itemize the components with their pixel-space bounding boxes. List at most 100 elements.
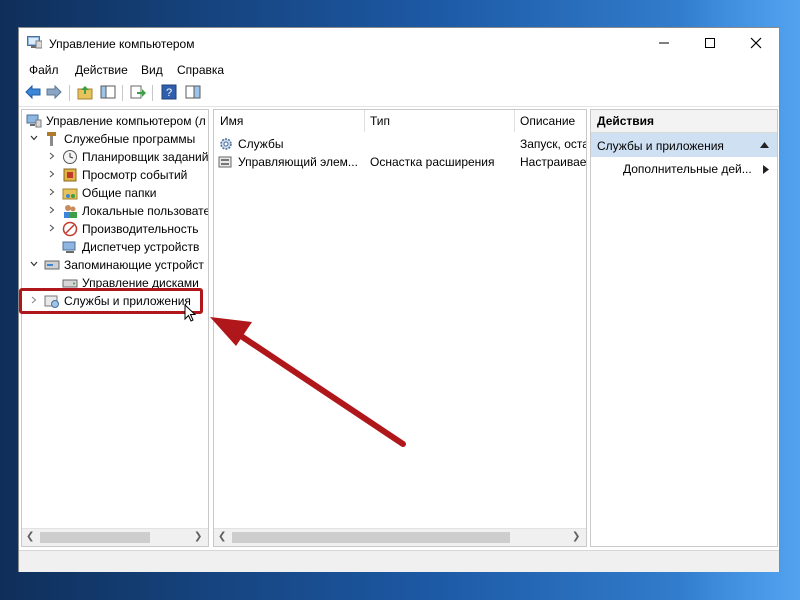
actions-section-label: Службы и приложения (597, 139, 724, 153)
window-title: Управление компьютером (49, 37, 195, 51)
list-row[interactable]: Управляющий элем... Оснастка расширения … (214, 153, 586, 171)
menu-bar: Файл Действие Вид Справка (19, 58, 779, 80)
list-cell-description: Запуск, оста (520, 137, 586, 151)
chevron-right-icon (49, 206, 55, 214)
console-tree-pane[interactable]: Управление компьютером (л Служебные прог… (21, 109, 209, 547)
menu-help[interactable]: Справка (177, 63, 224, 77)
help-icon: ? (161, 84, 177, 100)
tree-item-device-manager[interactable]: Диспетчер устройств (22, 238, 208, 256)
export-list-button[interactable] (129, 83, 147, 101)
back-arrow-icon (25, 85, 41, 99)
tree-item-performance[interactable]: Производительность (22, 220, 208, 238)
action-pane-icon (185, 85, 201, 99)
close-button[interactable] (733, 28, 779, 58)
forward-arrow-icon (46, 85, 62, 99)
list-cell-type: Оснастка расширения (370, 155, 495, 169)
performance-icon (62, 221, 78, 237)
tree-root-label: Управление компьютером (л (46, 114, 206, 128)
storage-icon (44, 260, 60, 270)
scrollbar-thumb[interactable] (40, 532, 150, 543)
collapse-up-icon[interactable] (760, 142, 769, 148)
list-cell-name: Управляющий элем... (238, 155, 358, 169)
tree-horizontal-scrollbar[interactable]: ❮ ❯ (22, 528, 208, 546)
maximize-icon (705, 38, 715, 48)
tree-item-label: Общие папки (82, 186, 157, 200)
tree-item-event-viewer[interactable]: Просмотр событий (22, 166, 208, 184)
list-cell-name: Службы (238, 137, 284, 151)
computer-management-icon (26, 114, 42, 128)
tree-item-local-users[interactable]: Локальные пользовате (22, 202, 208, 220)
chevron-down-icon (30, 135, 38, 141)
forward-button[interactable] (45, 83, 63, 101)
status-bar (19, 550, 779, 572)
chevron-right-icon (49, 152, 55, 160)
back-button[interactable] (24, 83, 42, 101)
column-header-label: Тип (370, 114, 391, 128)
maximize-button[interactable] (687, 28, 733, 58)
scroll-left-icon[interactable]: ❮ (26, 531, 34, 542)
scrollbar-thumb[interactable] (232, 532, 510, 543)
tree-item-label: Планировщик заданий (82, 150, 209, 164)
title-bar[interactable]: Управление компьютером (19, 28, 779, 58)
clock-icon (63, 150, 77, 164)
actions-section-services-apps[interactable]: Службы и приложения (591, 133, 777, 157)
tree-root[interactable]: Управление компьютером (л (22, 112, 208, 130)
list-horizontal-scrollbar[interactable]: ❮ ❯ (214, 528, 586, 546)
actions-pane: Действия Службы и приложения Дополнитель… (590, 109, 778, 547)
chevron-right-icon (49, 188, 55, 196)
submenu-arrow-icon (763, 165, 769, 174)
scroll-right-icon[interactable]: ❯ (194, 531, 202, 542)
results-list-pane[interactable]: Имя Тип Описание Службы Запуск, оста Упр… (213, 109, 587, 547)
show-action-pane-button[interactable] (184, 83, 202, 101)
computer-management-icon (27, 36, 42, 49)
column-header-name[interactable]: Имя (214, 110, 365, 132)
tools-icon (47, 132, 56, 146)
console-tree-icon (100, 85, 116, 99)
export-icon (130, 85, 146, 99)
event-viewer-icon (63, 168, 77, 182)
folder-up-icon (77, 86, 93, 100)
svg-text:?: ? (166, 87, 172, 99)
column-header-label: Имя (220, 114, 244, 128)
list-row[interactable]: Службы Запуск, оста (214, 135, 586, 153)
tree-item-label: Просмотр событий (82, 168, 188, 182)
help-button[interactable]: ? (160, 83, 178, 101)
tree-item-label: Локальные пользовате (82, 204, 209, 218)
scroll-left-icon[interactable]: ❮ (218, 531, 226, 542)
more-actions-label: Дополнительные дей... (623, 162, 752, 176)
tree-item-task-scheduler[interactable]: Планировщик заданий (22, 148, 208, 166)
chevron-right-icon (49, 224, 55, 232)
tree-item-label: Диспетчер устройств (82, 240, 200, 254)
column-header-description[interactable]: Описание (514, 110, 586, 132)
chevron-right-icon (49, 170, 55, 178)
actions-header: Действия (591, 110, 777, 133)
close-icon (750, 37, 762, 49)
highlight-box (19, 288, 203, 314)
tree-item-label: Служебные программы (64, 132, 196, 146)
tree-item-label: Производительность (82, 222, 199, 236)
menu-action[interactable]: Действие (75, 63, 128, 77)
toolbar-separator (122, 85, 123, 101)
menu-view[interactable]: Вид (141, 63, 163, 77)
column-header-type[interactable]: Тип (364, 110, 515, 132)
device-manager-icon (62, 241, 76, 253)
actions-header-label: Действия (597, 114, 655, 128)
tree-item-storage[interactable]: Запоминающие устройст (22, 256, 208, 274)
minimize-button[interactable] (641, 28, 687, 58)
column-header-label: Описание (520, 114, 576, 128)
menu-file[interactable]: Файл (29, 63, 59, 77)
tree-item-label: Запоминающие устройст (64, 258, 204, 272)
up-level-button[interactable] (76, 83, 94, 101)
services-gear-icon (220, 138, 232, 150)
toolbar-separator (152, 85, 153, 101)
show-hide-tree-button[interactable] (99, 83, 117, 101)
wmi-control-icon (218, 156, 232, 168)
tree-item-system-tools[interactable]: Служебные программы (22, 130, 208, 148)
shared-folder-icon (62, 188, 78, 200)
scroll-right-icon[interactable]: ❯ (572, 531, 580, 542)
tree-item-shared-folders[interactable]: Общие папки (22, 184, 208, 202)
toolbar-separator (69, 85, 70, 101)
mouse-cursor-icon (184, 304, 197, 322)
more-actions-item[interactable]: Дополнительные дей... (591, 160, 777, 180)
list-cell-description: Настраивае (520, 155, 586, 169)
